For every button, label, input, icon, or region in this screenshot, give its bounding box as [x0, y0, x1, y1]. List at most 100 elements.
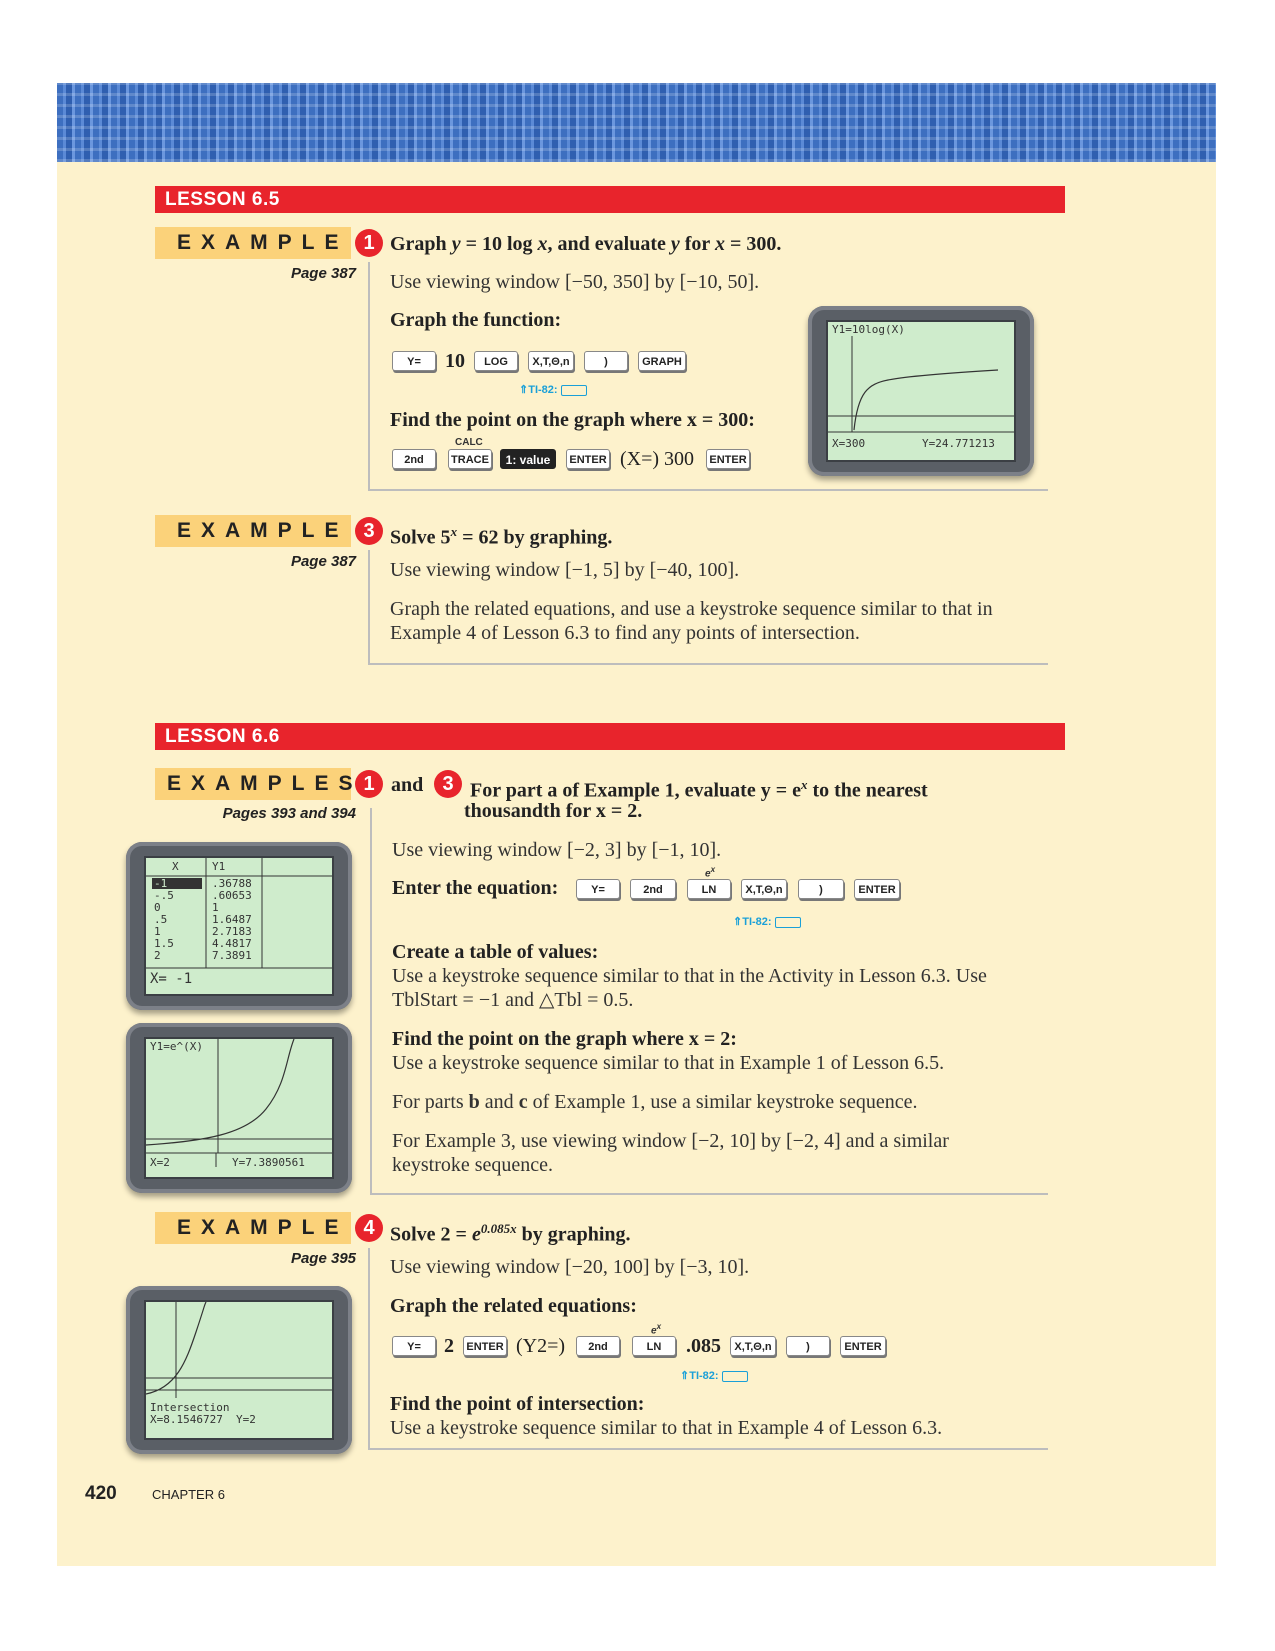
key-enter-5: ENTER: [840, 1336, 886, 1356]
examples-page-ref: Pages 393 and 394: [222, 805, 356, 822]
key-text-2: 2: [444, 1335, 454, 1357]
key-xtheta-2: X,T,Θ,n: [741, 879, 787, 899]
parts-b-c-text: For parts b and c of Example 1, use a si…: [392, 1091, 918, 1113]
find-body-x2: Use a keystroke sequence similar to that…: [392, 1052, 945, 1074]
key-ln: LN: [687, 879, 731, 899]
example-4-window: Use viewing window [−20, 100] by [−3, 10…: [390, 1256, 750, 1278]
key-enter-4: ENTER: [463, 1336, 507, 1356]
page-number: 420: [85, 1483, 117, 1504]
table-col-x: X: [172, 860, 179, 873]
ti82-note-1: ⇑TI-82:: [519, 383, 587, 396]
calculator-screen-intersection: Intersection X=8.1546727 Y=2: [126, 1286, 352, 1454]
chapter-label: CHAPTER 6: [152, 1487, 225, 1502]
table-x-cell: 2: [154, 949, 161, 962]
key-enter-2: ENTER: [706, 449, 750, 469]
ti82-note-3: ⇑TI-82:: [680, 1369, 748, 1382]
table-y-cell: 7.3891: [212, 949, 252, 962]
calculator-screen-exp: Y1=e^(X) X=2 Y=7.3890561: [126, 1023, 352, 1193]
example-3-body: Graph the related equations, and use a k…: [390, 598, 993, 644]
key-close-paren-3: ): [786, 1336, 830, 1356]
calculator-display: Y1=10log(X) X=300 Y=24.771213: [826, 320, 1016, 462]
calc-label: CALC: [455, 437, 483, 448]
example-1-tab: EXAMPLE: [155, 227, 351, 259]
header-banner: [57, 83, 1216, 162]
example-3-bottom-rule: [368, 663, 1048, 665]
example-4-bottom-rule: [368, 1448, 1048, 1450]
key-close-paren-2: ): [798, 879, 844, 899]
lesson-6-6-bar: LESSON 6.6: [155, 723, 1065, 750]
intersection-y: Y=2: [236, 1413, 256, 1426]
key-text-y2: (Y2=): [516, 1335, 566, 1357]
table-y-column: .36788.60653 1 1.6487 2.7183 4.4817 7.3891: [212, 878, 252, 962]
example-1-page-ref: Page 387: [290, 265, 356, 282]
exp-screen-x: X=2: [150, 1156, 170, 1169]
example-3-title: Solve 5x = 62 by graphing.: [390, 524, 613, 549]
examples-title-line2: thousandth for x = 2.: [464, 800, 643, 822]
ex-label-1: ex: [705, 865, 716, 880]
example-3-page-ref: Page 387: [290, 553, 356, 570]
key-xtheta-3: X,T,Θ,n: [730, 1336, 776, 1356]
example-3-number: 3: [355, 517, 383, 545]
example-4-title: Solve 2 = e0.085x by graphing.: [390, 1221, 631, 1246]
example-4-page-ref: Page 395: [290, 1250, 356, 1267]
example-1-title: Graph y = 10 log x, and evaluate y for x…: [390, 233, 782, 255]
example-3-tab: EXAMPLE: [155, 515, 351, 547]
example-4-find-heading: Find the point of intersection:: [390, 1393, 645, 1415]
example-1-window: Use viewing window [−50, 350] by [−10, 5…: [390, 271, 760, 293]
key-2nd-3: 2nd: [576, 1336, 620, 1356]
examples-and: and: [391, 774, 424, 796]
table-display: X Y1 -1 -.5 0.5 1 1.5 2 .36788.60653 1 1.6487 2.…: [144, 856, 334, 996]
table-col-y1: Y1: [212, 860, 226, 873]
table-body: Use a keystroke sequence similar to that…: [392, 965, 987, 1011]
key-y-equals: Y=: [392, 351, 436, 371]
example-4-number: 4: [355, 1214, 383, 1242]
lesson-6-5-bar: LESSON 6.5: [155, 186, 1065, 213]
example-3-rule: [368, 550, 370, 664]
intersection-display: Intersection X=8.1546727 Y=2: [144, 1300, 334, 1440]
key-1-value: 1: value: [500, 449, 556, 469]
table-heading: Create a table of values:: [392, 941, 599, 963]
exp-display: Y1=e^(X) X=2 Y=7.3890561: [144, 1037, 334, 1179]
example-3-window: Use viewing window [−1, 5] by [−40, 100]…: [390, 559, 740, 581]
example-1-number: 1: [355, 229, 383, 257]
key-graph: GRAPH: [638, 351, 686, 371]
screen-x-value: X=300: [832, 437, 866, 450]
key-enter: ENTER: [566, 449, 610, 469]
examples-rule: [370, 808, 372, 1194]
key-xtheta: X,T,Θ,n: [528, 351, 574, 371]
example-1-bottom-rule: [368, 489, 1048, 491]
key-text-10: 10: [445, 350, 465, 372]
key-2nd: 2nd: [392, 449, 436, 469]
screen-y-value: Y=24.771213: [922, 437, 995, 450]
intersection-x: X=8.1546727: [150, 1413, 223, 1426]
table-footer: X= -1: [150, 971, 193, 987]
key-text-x-300: (X=) 300: [620, 448, 695, 470]
example-3-note: For Example 3, use viewing window [−2, 1…: [392, 1130, 949, 1176]
key-close-paren: ): [584, 351, 628, 371]
table-x-column: -1 -.5 0.5 1 1.5 2: [154, 878, 174, 962]
example-4-tab: EXAMPLE: [155, 1212, 351, 1244]
key-enter-3: ENTER: [854, 879, 900, 899]
find-heading-x2: Find the point on the graph where x = 2:: [392, 1028, 737, 1050]
key-y-equals-3: Y=: [392, 1336, 436, 1356]
key-ln-2: LN: [632, 1336, 676, 1356]
examples-bottom-rule: [370, 1193, 1048, 1195]
examples-number-3: 3: [434, 770, 462, 798]
key-log: LOG: [474, 351, 518, 371]
example-4-graph-heading: Graph the related equations:: [390, 1295, 637, 1317]
example-1-graph-heading: Graph the function:: [390, 309, 562, 331]
example-1-find-heading: Find the point on the graph where x = 30…: [390, 409, 755, 431]
ex-label-2: ex: [651, 1322, 662, 1337]
key-text-085: .085: [686, 1335, 721, 1357]
example-4-find-body: Use a keystroke sequence similar to that…: [390, 1417, 943, 1439]
examples-number-1: 1: [355, 770, 383, 798]
calculator-screen-table: X Y1 -1 -.5 0.5 1 1.5 2 .36788.60653 1 1.6487 2.…: [126, 842, 352, 1010]
exp-screen-y: Y=7.3890561: [232, 1156, 305, 1169]
example-1-rule: [368, 262, 370, 490]
key-y-equals-2: Y=: [576, 879, 620, 899]
examples-enter-heading: Enter the equation:: [392, 877, 559, 899]
key-trace: TRACE: [448, 449, 492, 469]
examples-window: Use viewing window [−2, 3] by [−1, 10].: [392, 839, 722, 861]
examples-1-3-tab: EXAMPLES: [155, 768, 353, 800]
key-2nd-2: 2nd: [630, 879, 676, 899]
